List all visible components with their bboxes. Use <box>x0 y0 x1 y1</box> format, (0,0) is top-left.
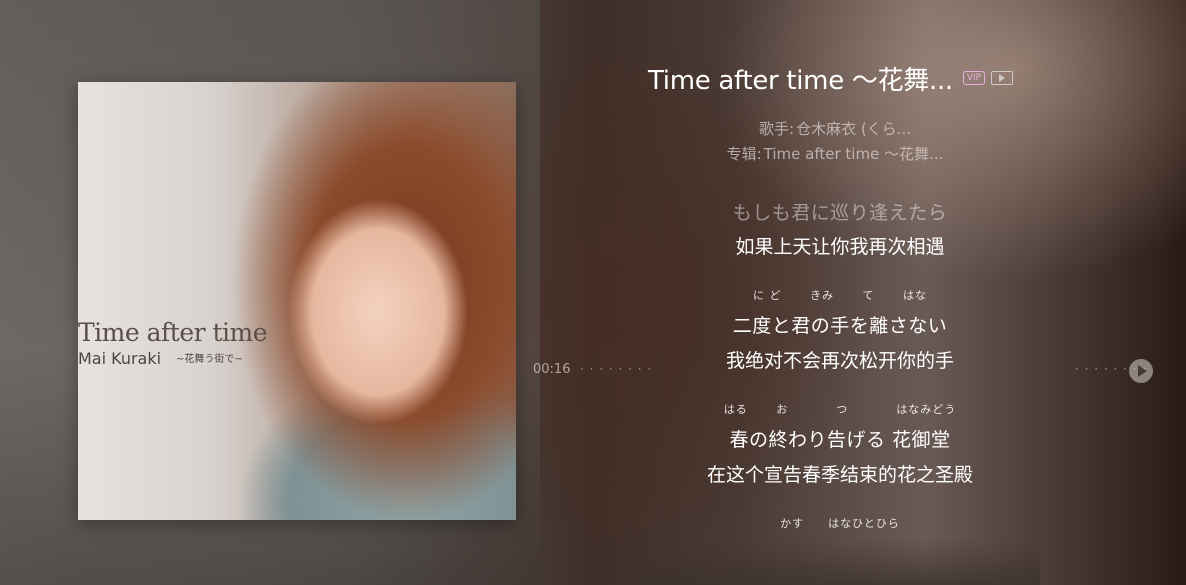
album-row: 专辑: Time after time ～花舞... <box>650 143 1020 164</box>
singer-label: 歌手: <box>759 120 795 138</box>
vip-badge: VIP <box>962 71 986 85</box>
progress-dots-left: · · · · · · · · <box>580 362 653 376</box>
play-icon[interactable] <box>1129 359 1153 383</box>
lyric-ruby-line: かす はなひとひら <box>780 517 900 530</box>
lyric-ruby-line: に ど きみ て はな <box>753 289 927 302</box>
mv-play-icon[interactable] <box>991 71 1014 85</box>
album-label: 专辑: <box>726 145 762 163</box>
album-link[interactable]: Time after time ～花舞... <box>764 145 944 163</box>
album-cover[interactable]: Time after time Mai Kuraki ~花舞う街で~ <box>78 82 516 520</box>
singer-link[interactable]: 仓木麻衣 (くら... <box>796 120 911 138</box>
lyric-zh-line: 我绝对不会再次松开你的手 <box>725 350 954 372</box>
current-time: 00:16 <box>533 362 571 377</box>
singer-row: 歌手: 仓木麻衣 (くら... <box>650 118 1020 139</box>
lyric-zh-line: 如果上天让你我再次相遇 <box>735 236 945 258</box>
cover-subtitle-text: ~花舞う街で~ <box>176 354 243 365</box>
lyric-ja-line: 二度と君の手を離さない <box>732 315 948 337</box>
lyric-zh-line: 在这个宣告春季结束的花之圣殿 <box>706 464 973 486</box>
song-title-row: Time after time ～花舞... VIP <box>648 58 1014 98</box>
lyrics-fade <box>640 538 1040 585</box>
cover-title-text: Time after time <box>78 318 268 347</box>
lyric-ja-line: もしも君に巡り逢えたら <box>732 202 948 224</box>
cover-artist-text: Mai Kuraki <box>78 349 162 368</box>
lyric-ruby-line: はる お つ はなみどう <box>723 403 957 416</box>
lyric-ja-line: 春の終わり告げる 花御堂 <box>729 429 951 451</box>
song-title: Time after time ～花舞... <box>648 65 953 96</box>
